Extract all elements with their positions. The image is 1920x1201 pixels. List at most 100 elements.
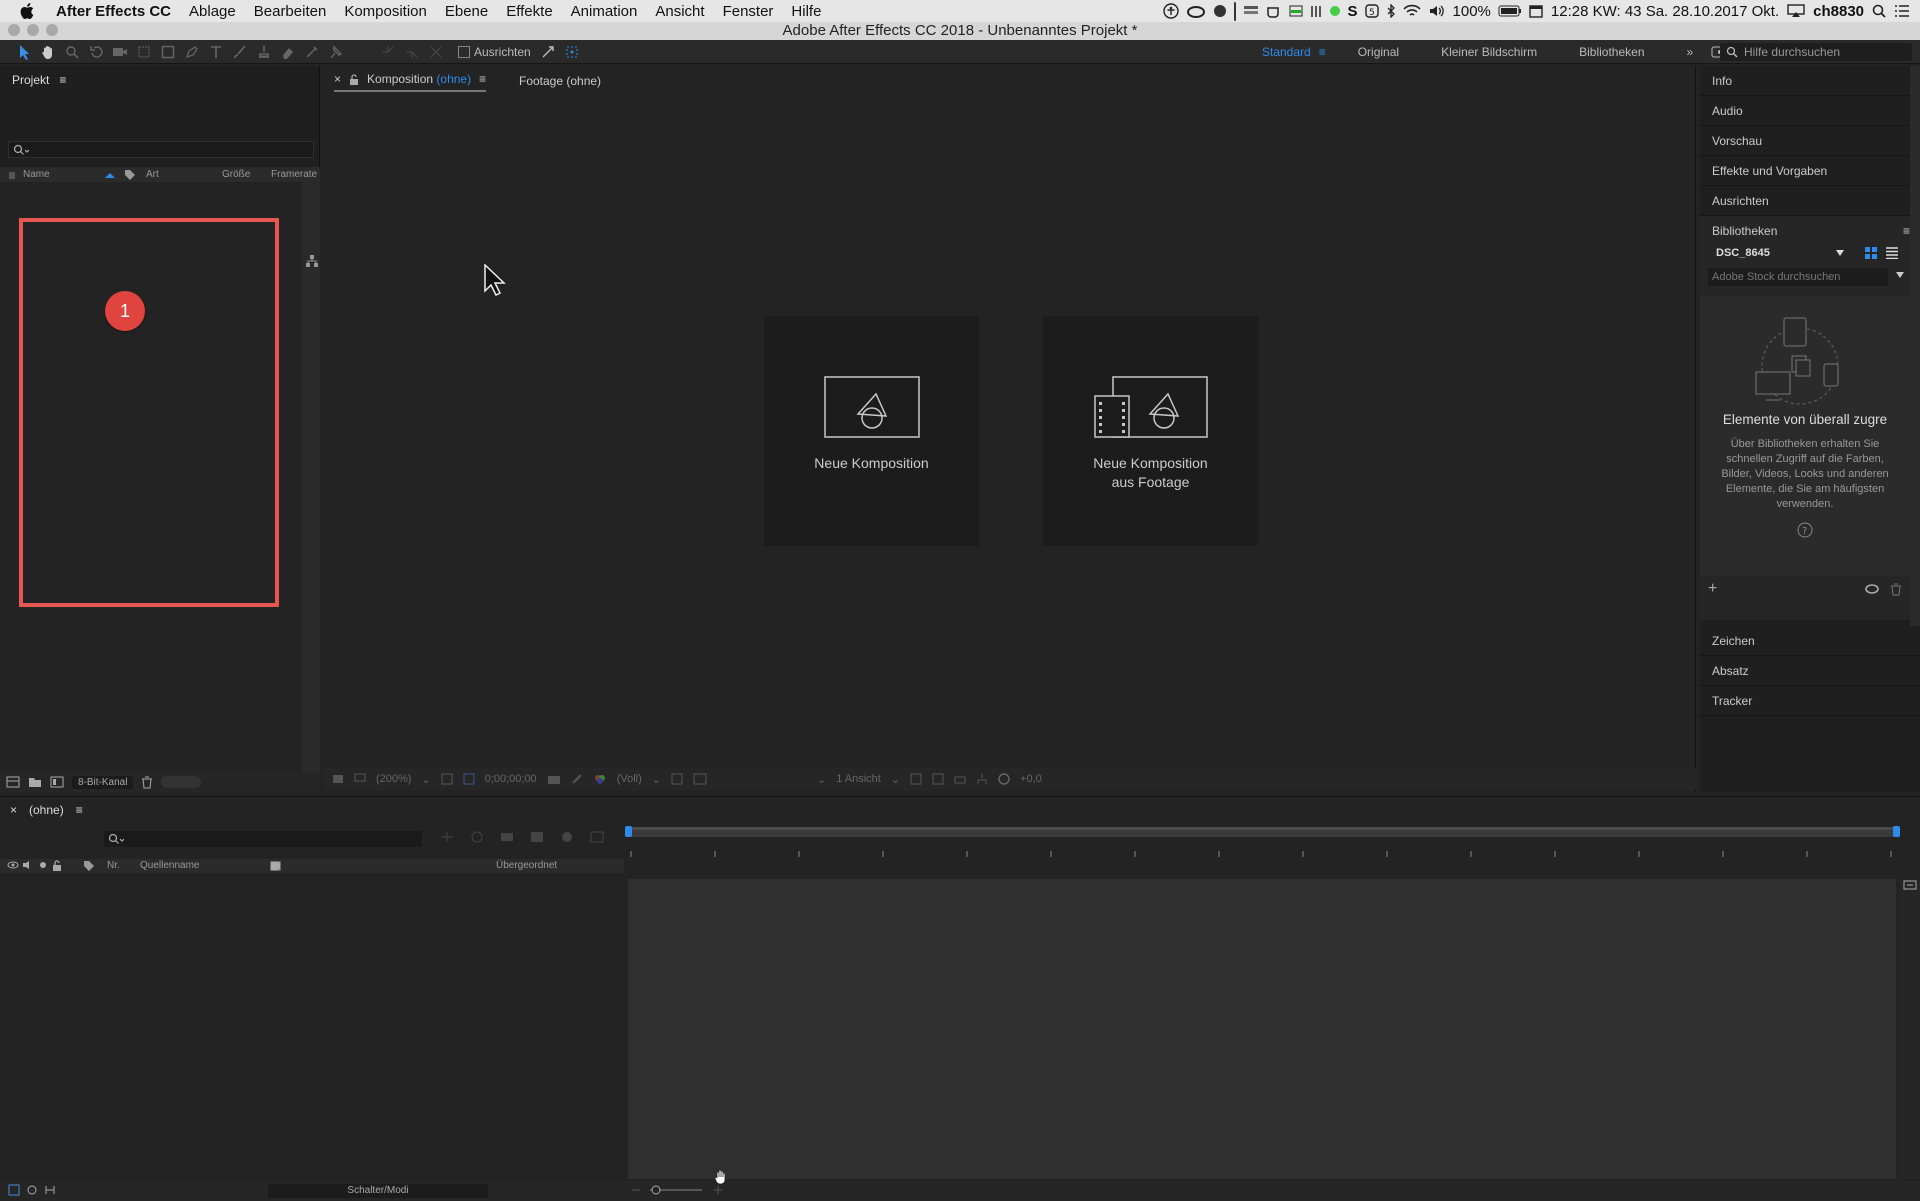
clock[interactable]: 12:28 KW: 43 Sa. 28.10.2017 Okt.: [1551, 3, 1779, 20]
comp-mini-flowchart-icon[interactable]: [440, 831, 454, 843]
panel-menu-icon[interactable]: ≡: [76, 803, 83, 817]
add-content-icon[interactable]: +: [1708, 580, 1717, 598]
airplay-icon[interactable]: [1787, 4, 1805, 18]
trash-icon[interactable]: [1890, 583, 1902, 596]
roto-brush-tool-icon[interactable]: [304, 44, 320, 60]
draft-3d-icon[interactable]: [470, 831, 484, 843]
safe-margins-icon[interactable]: [441, 773, 453, 785]
fast-previews-icon[interactable]: [932, 773, 944, 785]
work-area-end-handle[interactable]: [1893, 826, 1901, 838]
zoom-out-icon[interactable]: [630, 1184, 642, 1196]
always-preview-icon[interactable]: [332, 773, 344, 785]
menu-ansicht[interactable]: Ansicht: [646, 3, 713, 20]
work-area-bar[interactable]: [628, 827, 1898, 837]
menu-bearbeiten[interactable]: Bearbeiten: [245, 3, 336, 20]
column-framerate[interactable]: Framerate: [271, 169, 317, 180]
right-panel-scrollbar[interactable]: [1910, 66, 1920, 626]
battery-icon[interactable]: [1498, 5, 1522, 17]
creative-cloud-sync-icon[interactable]: [1864, 583, 1880, 596]
panel-align[interactable]: Ausrichten: [1700, 186, 1920, 216]
chevron-down-icon[interactable]: ⌄: [891, 773, 900, 786]
apple-menu-icon[interactable]: [20, 3, 46, 19]
graph-editor-icon[interactable]: [590, 831, 604, 843]
switches-modes-toggle[interactable]: Schalter/Modi: [268, 1184, 488, 1198]
minimize-window-button[interactable]: [27, 24, 39, 36]
menu-effekte[interactable]: Effekte: [497, 3, 561, 20]
bit-depth-button[interactable]: 8-Bit-Kanal: [72, 775, 134, 789]
local-axis-icon[interactable]: [380, 44, 396, 60]
eraser-tool-icon[interactable]: [280, 44, 296, 60]
zoom-window-button[interactable]: [46, 24, 58, 36]
project-search-input[interactable]: [8, 141, 314, 158]
snapshot-icon[interactable]: [547, 774, 561, 785]
timeline-scrollbar[interactable]: [1900, 879, 1920, 1179]
sort-ascending-icon[interactable]: [104, 171, 116, 179]
current-timecode[interactable]: 0;00;00;00: [485, 773, 537, 785]
comp-button-icon[interactable]: [1903, 879, 1917, 891]
project-tab[interactable]: Projekt: [12, 73, 49, 87]
new-composition-card[interactable]: Neue Komposition: [764, 316, 979, 546]
spotlight-icon[interactable]: [1872, 4, 1886, 18]
menu-animation[interactable]: Animation: [562, 3, 647, 20]
monitor-icon[interactable]: [354, 773, 366, 785]
tag-icon[interactable]: [124, 169, 136, 181]
mask-icon[interactable]: [463, 773, 475, 785]
workspace-original[interactable]: Original: [1358, 45, 1399, 59]
view-layout-dropdown[interactable]: 1 Ansicht: [836, 773, 881, 785]
grid-view-icon[interactable]: [1865, 247, 1877, 259]
interpret-footage-icon[interactable]: [6, 776, 20, 788]
library-select[interactable]: DSC_8645: [1710, 244, 1850, 262]
adobe-stock-search-input[interactable]: Adobe Stock durchsuchen: [1708, 268, 1888, 286]
solo-icon[interactable]: [38, 860, 48, 870]
panel-menu-icon[interactable]: ≡: [1903, 224, 1910, 238]
help-search-field[interactable]: Hilfe durchsuchen: [1720, 43, 1912, 61]
volume-icon[interactable]: [1428, 4, 1446, 18]
notification-center-icon[interactable]: [1894, 4, 1910, 18]
snap-target-icon[interactable]: [565, 45, 579, 59]
wifi-icon[interactable]: [1402, 4, 1421, 18]
five-tray-icon[interactable]: 5: [1364, 4, 1379, 18]
column-nr[interactable]: Nr.: [107, 860, 120, 871]
chevron-down-icon[interactable]: ⌄: [817, 773, 826, 786]
trash-icon[interactable]: [141, 776, 153, 789]
layer-switches-pane-icon[interactable]: [8, 1184, 20, 1196]
tab-footage[interactable]: Footage (ohne): [519, 74, 601, 88]
libraries-header[interactable]: Bibliotheken ≡: [1700, 216, 1920, 246]
pan-behind-tool-icon[interactable]: [136, 44, 152, 60]
green-tray-icon[interactable]: [1289, 5, 1303, 17]
menu-app-name[interactable]: After Effects CC: [46, 3, 180, 20]
audio-icon[interactable]: [22, 860, 34, 870]
bluetooth-icon[interactable]: [1386, 4, 1396, 18]
timeline-search-input[interactable]: [104, 831, 422, 847]
workspace-small-screen[interactable]: Kleiner Bildschirm: [1441, 45, 1537, 59]
accessibility-icon[interactable]: [1162, 3, 1179, 19]
panel-audio[interactable]: Audio: [1700, 96, 1920, 126]
project-scrollbar[interactable]: [302, 182, 320, 772]
video-visibility-icon[interactable]: [7, 860, 19, 870]
frame-blending-icon[interactable]: [530, 831, 544, 843]
exposure-icon[interactable]: [998, 773, 1010, 785]
drive-tray-icon[interactable]: [1233, 1, 1236, 21]
chevron-down-icon[interactable]: [1896, 272, 1904, 278]
selection-tool-icon[interactable]: [16, 44, 32, 60]
hand-tool-icon[interactable]: [40, 44, 56, 60]
time-ruler[interactable]: [625, 826, 1901, 867]
clone-stamp-tool-icon[interactable]: [256, 44, 272, 60]
user-name[interactable]: ch8830: [1813, 3, 1864, 20]
3d-layer-switch-icon[interactable]: [270, 861, 281, 871]
shy-layers-icon[interactable]: [500, 831, 514, 843]
region-of-interest-icon[interactable]: [671, 773, 683, 785]
list-view-icon[interactable]: [1886, 247, 1898, 259]
align-checkbox[interactable]: [458, 45, 470, 58]
skype-icon[interactable]: S: [1348, 3, 1358, 20]
column-source-name[interactable]: Quellenname: [140, 860, 199, 871]
new-composition-from-footage-card[interactable]: Neue Komposition aus Footage: [1043, 316, 1258, 546]
column-parent[interactable]: Übergeordnet: [496, 860, 557, 871]
zoom-slider-handle[interactable]: [650, 1184, 662, 1196]
menu-hilfe[interactable]: Hilfe: [782, 3, 830, 20]
panel-character[interactable]: Zeichen: [1700, 626, 1920, 656]
panel-paragraph[interactable]: Absatz: [1700, 656, 1920, 686]
motion-blur-icon[interactable]: [560, 831, 574, 843]
close-tab-icon[interactable]: ×: [10, 803, 17, 817]
timeline-track-area[interactable]: [628, 879, 1896, 1179]
